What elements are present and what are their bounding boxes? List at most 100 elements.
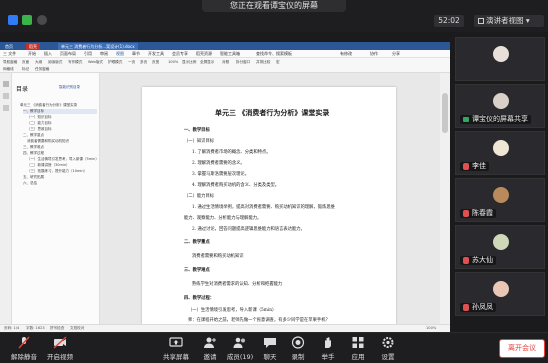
sharing-banner: 您正在观看谭宝仪的屏幕 <box>202 0 346 12</box>
ribbon-eye[interactable]: 护眼模式 <box>108 60 122 65</box>
toc-item[interactable]: 一、教学目标 <box>23 109 97 114</box>
doc-line: 熟练学生对消费者需求的认知、分析和把握能力 <box>192 282 283 287</box>
proofread[interactable]: 文档校对 <box>70 326 84 331</box>
toc-item[interactable]: （三）思政目标 <box>27 127 52 132</box>
ribbon-one-page[interactable]: 一页 <box>128 60 135 65</box>
ribbon-zoom-100[interactable]: 100% <box>168 60 178 64</box>
participant-tile[interactable]: 谭宝仪的屏幕共享 <box>455 84 545 128</box>
toc-item[interactable]: （一）知识目标 <box>27 115 52 120</box>
add-user-icon <box>204 337 216 348</box>
ribbon-writing[interactable]: 写作模式 <box>68 60 82 65</box>
tab-home[interactable]: 首页 <box>2 43 16 50</box>
shield-icon[interactable] <box>22 15 32 25</box>
doc-line: 四、教学过程： <box>184 296 215 301</box>
menu-layout[interactable]: 页面布局 <box>60 51 76 57</box>
participant-tile[interactable] <box>455 37 545 81</box>
ribbon-fullscreen[interactable]: 全屏显示 <box>200 60 214 65</box>
menu-view[interactable]: 视图 <box>116 51 124 57</box>
start-video-button[interactable]: 开启视频 <box>40 336 80 363</box>
avatar <box>493 140 509 156</box>
toc-item[interactable]: 六、总结 <box>23 181 37 186</box>
menu-home[interactable]: 开始 <box>28 51 36 57</box>
tab-docer[interactable]: 稻壳 <box>26 43 40 50</box>
doc-line: 3. 掌握马斯洛需要层次理论。 <box>192 172 250 177</box>
toc-item[interactable]: （三）拓展练习，提升能力（10min） <box>27 169 87 174</box>
mic-muted-icon <box>463 257 469 264</box>
participant-name: 谭宝仪的屏幕共享 <box>460 115 531 124</box>
smart-toc-button[interactable]: 智能识别目录 <box>59 85 80 90</box>
document-scrollbar[interactable] <box>440 73 450 324</box>
document-page[interactable]: 单元三 《消费者行为分析》课堂实录 一、教学目标 （一）知识目标 1. 了解消费… <box>142 87 396 324</box>
settings-button[interactable]: 设置 <box>368 336 408 363</box>
menu-smart-tools[interactable]: 智能工具箱 <box>220 51 240 57</box>
scrollbar-thumb[interactable] <box>442 93 448 133</box>
view-mode-button[interactable]: 演讲者视图 ▾ <box>474 15 544 27</box>
toc-item[interactable]: 三、教学难点 <box>23 145 44 150</box>
left-tool-rail <box>0 73 12 324</box>
command-search[interactable]: 查找命令、搜索模板 <box>256 51 292 57</box>
ribbon-side-by-side[interactable]: 并排比较 <box>256 60 270 65</box>
bookmark-icon[interactable] <box>3 93 9 99</box>
status-zoom[interactable]: 100% <box>426 326 436 330</box>
spell-check[interactable]: 拼写检查 <box>50 326 64 331</box>
menu-review[interactable]: 审阅 <box>100 51 108 57</box>
ribbon-reading[interactable]: 阅读版式 <box>48 60 62 65</box>
word-count: 字数: 1623 <box>26 326 45 330</box>
doc-line: （二）能力目标 <box>184 194 215 199</box>
toc-item[interactable]: （二）新课讲授（30min） <box>27 163 70 168</box>
ribbon-gridlines[interactable]: 网格线 <box>3 67 14 72</box>
ribbon-multi-page[interactable]: 多页 <box>140 60 147 65</box>
doc-line: 能力、观察能力、分析能力与理解能力。 <box>184 216 262 221</box>
tab-document[interactable]: 单元三 消费者行为分析...案设计(1).docx <box>58 43 138 50</box>
ribbon-macro[interactable]: 宏 <box>276 60 280 65</box>
info-icon[interactable] <box>8 15 18 25</box>
screen-share-icon <box>463 117 469 122</box>
avatar <box>493 93 509 109</box>
toc-item[interactable]: 单元三 《消费者行为分析》课堂实录 <box>20 103 77 108</box>
menu-file[interactable]: 三 文件 <box>3 51 16 57</box>
camera-off-icon <box>53 336 67 349</box>
toc-item[interactable]: 消费者需要和购买动机知识 <box>27 139 69 144</box>
menu-share[interactable]: 分享 <box>392 51 400 57</box>
ribbon-web[interactable]: Web版式 <box>88 60 103 65</box>
participant-tile[interactable]: 陈春霞 <box>455 178 545 222</box>
ribbon-outline[interactable]: 大纲 <box>35 60 42 65</box>
participant-tile[interactable]: 李佳 <box>455 131 545 175</box>
menu-insert[interactable]: 插入 <box>44 51 52 57</box>
toc-item[interactable]: 五、研究拓展 <box>23 175 44 180</box>
ribbon-marks[interactable]: 标记 <box>22 67 29 72</box>
menu-chapter[interactable]: 章节 <box>132 51 140 57</box>
toc-item[interactable]: （二）能力目标 <box>27 121 52 126</box>
view-mode-label: 演讲者视图 <box>486 16 524 25</box>
leave-meeting-button[interactable]: 离开会议 <box>499 339 545 358</box>
ribbon-page-width[interactable]: 页宽 <box>152 60 159 65</box>
doc-line: 2. 通过讨论，回答问题提高逻辑思维能力和语言表达能力。 <box>192 227 305 232</box>
record-icon <box>291 336 305 349</box>
wps-menu-row: 三 文件 开始 插入 页面布局 引用 审阅 视图 章节 开发工具 会员专享 稻壳… <box>0 50 450 58</box>
toc-icon[interactable] <box>3 81 9 87</box>
ribbon-compare[interactable]: 对照 <box>222 60 229 65</box>
ribbon-task-pane[interactable]: 任务窗格 <box>35 67 49 72</box>
ribbon-zoom[interactable]: 显示比例 <box>182 60 196 65</box>
search-icon[interactable] <box>3 105 9 111</box>
gear-icon <box>382 337 394 348</box>
toc-panel: 目录 智能识别目录 单元三 《消费者行为分析》课堂实录 一、教学目标 （一）知识… <box>12 73 100 324</box>
ribbon-nav-pane[interactable]: 导航窗格 <box>3 60 17 65</box>
menu-references[interactable]: 引用 <box>84 51 92 57</box>
doc-line: 消费者需要和购买动机知识 <box>192 254 244 259</box>
menu-collab[interactable]: 协作 <box>370 51 378 57</box>
avatar <box>493 234 509 250</box>
menu-devtools[interactable]: 开发工具 <box>148 51 164 57</box>
wps-status-bar: 页码: 1/4 字数: 1623 拼写检查 文档校对 100% <box>0 324 450 332</box>
ribbon-page[interactable]: 页面 <box>22 60 29 65</box>
participant-name: 孙凤凤 <box>460 303 496 312</box>
menu-member[interactable]: 会员专享 <box>172 51 188 57</box>
ribbon-split[interactable]: 拆分窗口 <box>236 60 250 65</box>
toc-item[interactable]: 四、教学过程 <box>23 151 44 156</box>
unmute-button[interactable]: 解除静音 <box>4 336 44 363</box>
toc-item[interactable]: （一）生活情境引发思考，导入新课（5min） <box>27 157 99 162</box>
participant-tile[interactable]: 苏大仙 <box>455 225 545 269</box>
toc-item[interactable]: 二、教学重点 <box>23 133 44 138</box>
menu-docer-res[interactable]: 稻壳资源 <box>196 51 212 57</box>
participant-tile[interactable]: 孙凤凤 <box>455 272 545 316</box>
